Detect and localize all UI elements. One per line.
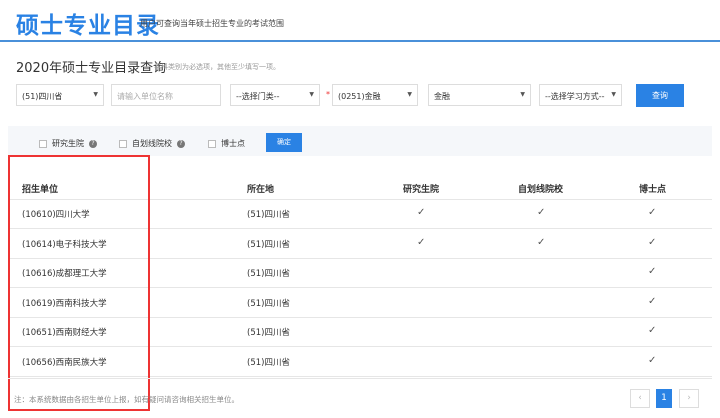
check-icon: ✓ [648, 354, 657, 366]
location-cell: (51)四川省 [247, 328, 290, 338]
required-marker: * [326, 90, 330, 99]
checkbox-label: 自划线院校 [132, 139, 172, 148]
province-value: (51)四川省 [22, 92, 63, 101]
header: 硕士专业目录 用户可查询当年硕士招生专业的考试范围 [0, 0, 720, 42]
discipline-value: (0251)金融 [338, 92, 381, 101]
help-icon[interactable]: ? [89, 139, 97, 148]
chevron-down-icon: ▼ [520, 91, 525, 98]
divider [8, 378, 712, 379]
col-header-phd: 博士点 [639, 185, 667, 195]
checkbox-icon[interactable] [208, 139, 216, 148]
page-hint: 学科类别为必选项，其他至少填写一项。 [154, 63, 280, 71]
page-1-button[interactable]: 1 [656, 389, 672, 408]
study-mode-select[interactable]: --选择学习方式-- ▼ [539, 84, 622, 106]
next-page-button[interactable]: › [679, 389, 699, 408]
checkbox-label: 博士点 [221, 139, 245, 148]
page-title: 2020年硕士专业目录查询 [16, 61, 167, 76]
check-icon: ✓ [648, 207, 657, 218]
location-cell: (51)四川省 [247, 239, 290, 250]
footer-note: 注：本系统数据由各招生单位上报，如有疑问请咨询相关招生单位。 [14, 395, 239, 404]
check-icon: ✓ [648, 295, 657, 307]
check-icon: ✓ [537, 207, 546, 218]
location-cell: (51)四川省 [247, 357, 290, 368]
chevron-down-icon: ▼ [309, 91, 314, 98]
category-value: --选择门类-- [236, 92, 280, 101]
help-icon[interactable]: ? [177, 139, 185, 148]
check-icon: ✓ [417, 207, 426, 218]
major-select[interactable]: 金融 ▼ [428, 84, 531, 106]
prev-page-button[interactable]: ‹ [630, 389, 650, 408]
chevron-down-icon: ▼ [611, 91, 616, 98]
check-icon: ✓ [648, 266, 657, 277]
unit-input[interactable]: 请输入单位名称 [111, 84, 221, 106]
filter-bar: 研究生院? 自划线院校? 博士点 确定 [8, 126, 712, 156]
location-cell: (51)四川省 [247, 298, 290, 309]
col-header-location: 所在地 [247, 185, 275, 195]
checkbox-grad-school[interactable]: 研究生院? [39, 138, 97, 149]
province-select[interactable]: (51)四川省 ▼ [16, 84, 104, 106]
check-icon: ✓ [648, 325, 657, 336]
category-select[interactable]: --选择门类-- ▼ [230, 84, 320, 106]
checkbox-label: 研究生院 [52, 139, 84, 148]
col-header-grad: 研究生院 [403, 185, 440, 195]
checkbox-phd[interactable]: 博士点 [208, 138, 245, 149]
chevron-down-icon: ▼ [407, 91, 412, 98]
discipline-select[interactable]: (0251)金融 ▼ [332, 84, 418, 106]
highlight-box [8, 155, 150, 411]
location-cell: (51)四川省 [247, 269, 290, 279]
unit-placeholder: 请输入单位名称 [117, 92, 173, 101]
checkbox-self-line[interactable]: 自划线院校? [119, 138, 185, 149]
confirm-button[interactable]: 确定 [266, 133, 302, 152]
search-button[interactable]: 查询 [636, 84, 684, 107]
site-title: 硕士专业目录 [16, 13, 160, 39]
checkbox-icon[interactable] [119, 139, 127, 148]
check-icon: ✓ [417, 236, 426, 248]
location-cell: (51)四川省 [247, 210, 290, 220]
major-value: 金融 [434, 92, 450, 101]
chevron-down-icon: ▼ [93, 91, 98, 98]
col-header-self-line: 自划线院校 [518, 185, 564, 195]
site-subtitle: 用户可查询当年硕士招生专业的考试范围 [140, 19, 284, 28]
check-icon: ✓ [537, 236, 546, 248]
checkbox-icon[interactable] [39, 139, 47, 148]
check-icon: ✓ [648, 236, 657, 248]
study-mode-value: --选择学习方式-- [545, 92, 605, 101]
